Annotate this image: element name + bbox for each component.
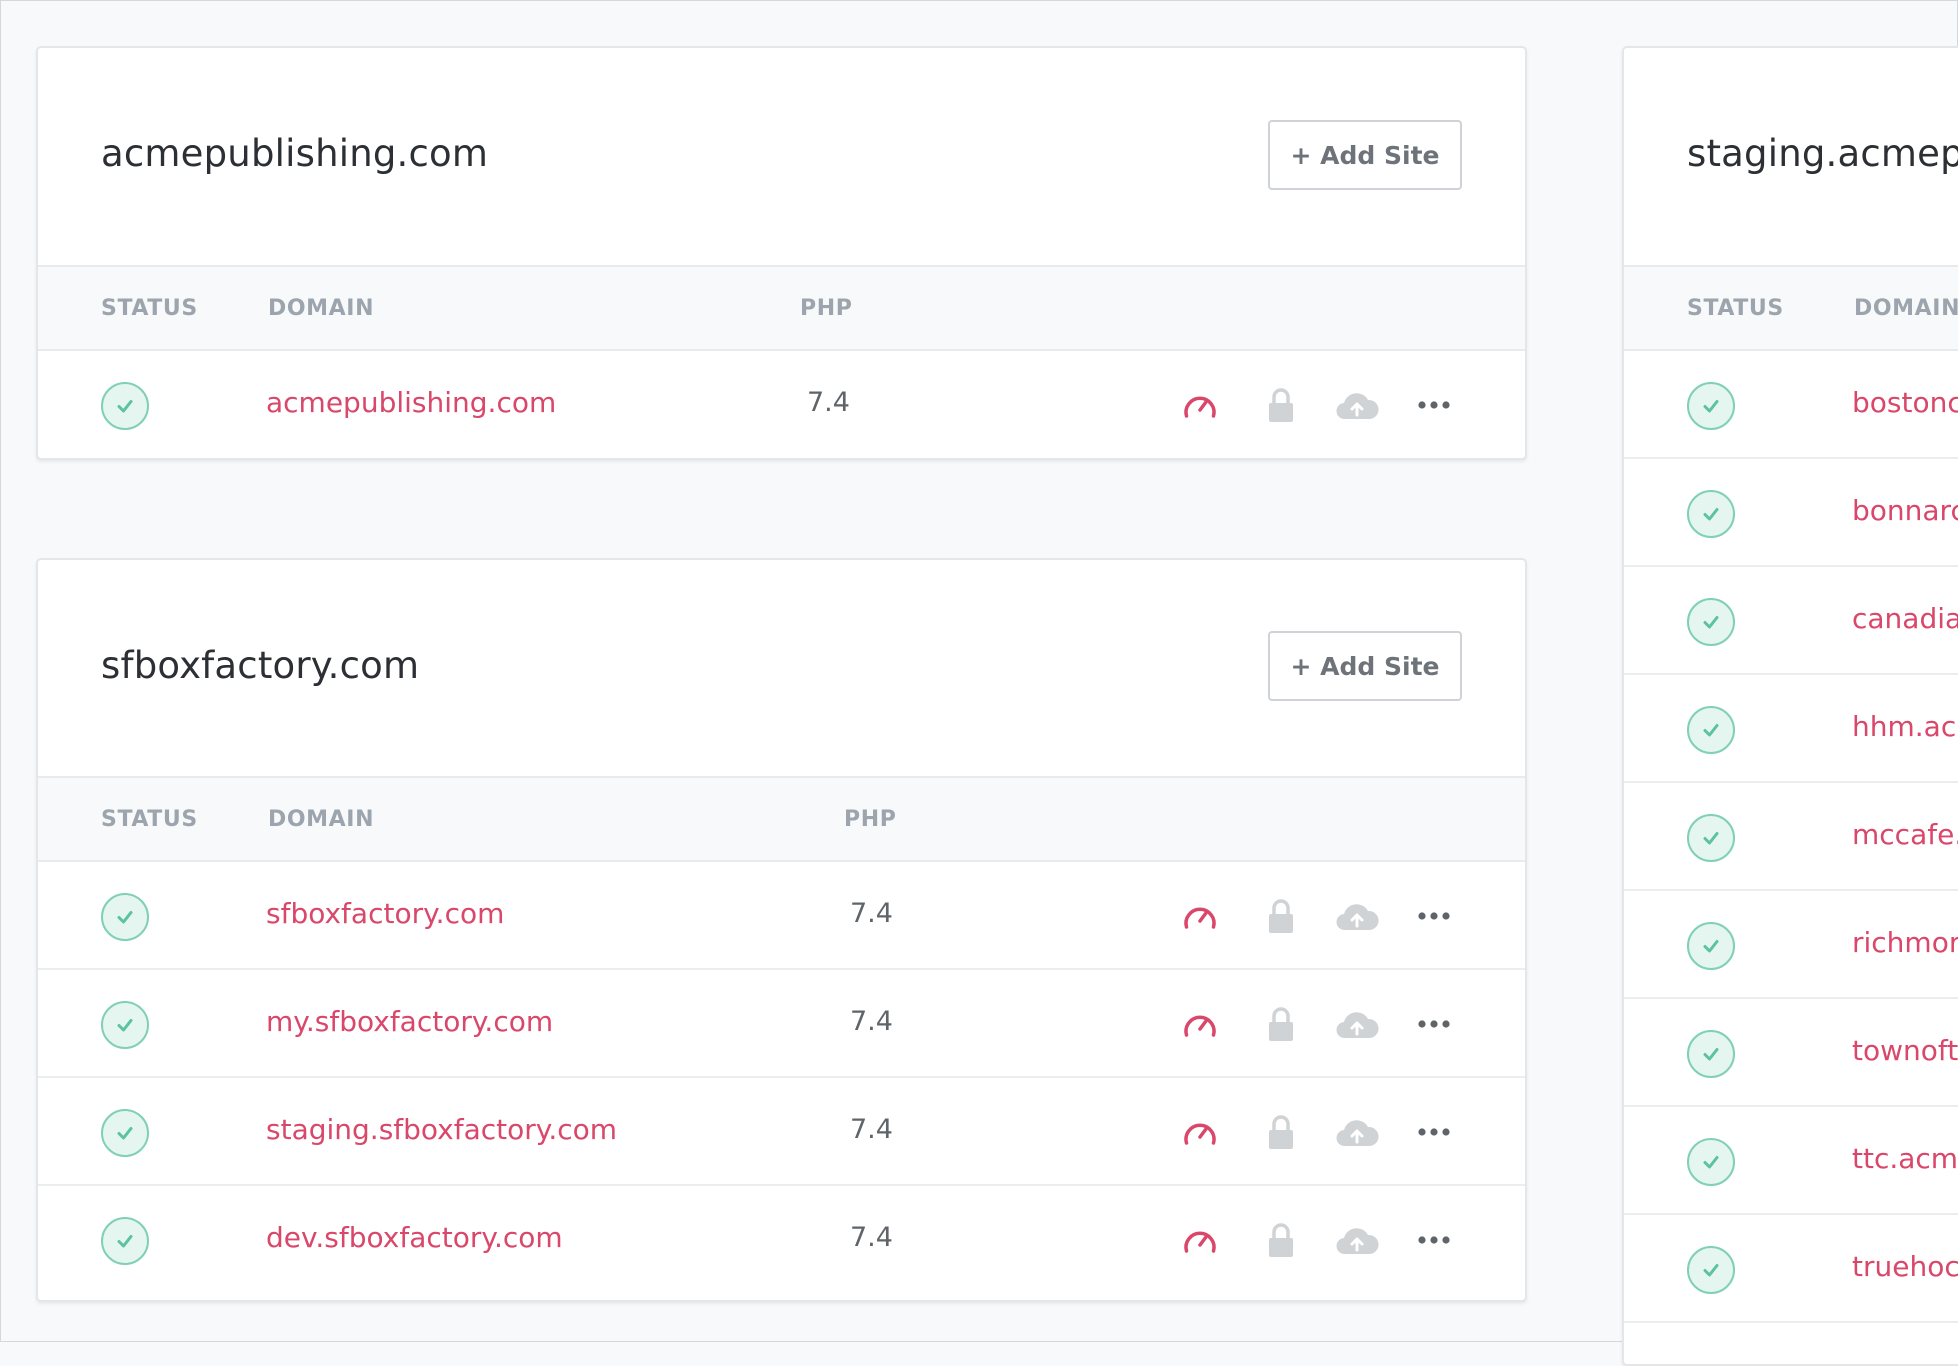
domain-link[interactable]: ttc.acme	[1852, 1142, 1958, 1175]
domain-link[interactable]: canadia	[1852, 602, 1958, 635]
domain-link[interactable]: bonnarc	[1852, 494, 1958, 527]
domain-link[interactable]: dev.sfboxfactory.com	[266, 1221, 563, 1254]
add-site-button[interactable]: + Add Site	[1268, 120, 1462, 190]
domain-link[interactable]: my.sfboxfactory.com	[266, 1005, 553, 1038]
lock-icon[interactable]	[1266, 1112, 1296, 1152]
table-row: acmepublishing.com 7.4	[38, 351, 1525, 458]
table-row: canadia	[1624, 567, 1958, 675]
table-row: mccafe.	[1624, 783, 1958, 891]
cloud-upload-icon[interactable]	[1334, 896, 1380, 936]
status-ok-icon	[1687, 1138, 1735, 1186]
domain-link[interactable]: richmor	[1852, 926, 1958, 959]
status-ok-icon	[1687, 490, 1735, 538]
lock-icon[interactable]	[1266, 1220, 1296, 1260]
group-title: sfboxfactory.com	[101, 644, 420, 687]
domain-link[interactable]: staging.sfboxfactory.com	[266, 1113, 617, 1146]
cloud-upload-icon[interactable]	[1334, 1112, 1380, 1152]
column-header-domain: DOMAIN	[1854, 296, 1958, 321]
site-group-card-staging: staging.acmepu STATUS DOMAIN bostonc bon…	[1622, 46, 1958, 1366]
lock-icon[interactable]	[1266, 385, 1296, 425]
table-row: truehoc	[1624, 1215, 1958, 1323]
status-ok-icon	[1687, 922, 1735, 970]
table-row: bostonc	[1624, 351, 1958, 459]
table-row: townoft	[1624, 999, 1958, 1107]
column-header-php: PHP	[800, 296, 853, 321]
more-options-icon[interactable]	[1414, 896, 1454, 936]
status-ok-icon	[101, 1217, 149, 1265]
php-version: 7.4	[850, 1114, 893, 1145]
domain-link[interactable]: townoft	[1852, 1034, 1958, 1067]
card-header: sfboxfactory.com + Add Site	[38, 560, 1525, 778]
group-title: acmepublishing.com	[101, 132, 489, 175]
php-version: 7.4	[850, 1006, 893, 1037]
speedometer-icon[interactable]	[1180, 896, 1220, 936]
speedometer-icon[interactable]	[1180, 1004, 1220, 1044]
status-ok-icon	[1687, 1030, 1735, 1078]
cloud-upload-icon[interactable]	[1334, 1220, 1380, 1260]
php-version: 7.4	[807, 387, 850, 418]
status-ok-icon	[101, 1001, 149, 1049]
status-ok-icon	[101, 893, 149, 941]
table-row: dev.sfboxfactory.com 7.4	[38, 1186, 1525, 1294]
more-options-icon[interactable]	[1414, 1220, 1454, 1260]
cloud-upload-icon[interactable]	[1334, 385, 1380, 425]
column-header-domain: DOMAIN	[268, 296, 375, 321]
table-row: ttc.acme	[1624, 1107, 1958, 1215]
more-options-icon[interactable]	[1414, 1112, 1454, 1152]
table-header: STATUS DOMAIN PHP	[38, 267, 1525, 351]
status-ok-icon	[1687, 382, 1735, 430]
table-row: hhm.acr	[1624, 675, 1958, 783]
column-header-status: STATUS	[1687, 296, 1784, 321]
domain-link[interactable]: bostonc	[1852, 386, 1958, 419]
more-options-icon[interactable]	[1414, 385, 1454, 425]
table-row: richmor	[1624, 891, 1958, 999]
cloud-upload-icon[interactable]	[1334, 1004, 1380, 1044]
column-header-status: STATUS	[101, 296, 198, 321]
more-options-icon[interactable]	[1414, 1004, 1454, 1044]
table-header: STATUS DOMAIN PHP	[38, 778, 1525, 862]
status-ok-icon	[1687, 814, 1735, 862]
domain-link[interactable]: sfboxfactory.com	[266, 897, 504, 930]
domain-link[interactable]: mccafe.	[1852, 818, 1958, 851]
card-header: staging.acmepu	[1624, 48, 1958, 267]
php-version: 7.4	[850, 898, 893, 929]
column-header-php: PHP	[844, 807, 897, 832]
status-ok-icon	[101, 382, 149, 430]
table-row: my.sfboxfactory.com 7.4	[38, 970, 1525, 1078]
domain-link[interactable]: hhm.acr	[1852, 710, 1958, 743]
php-version: 7.4	[850, 1222, 893, 1253]
site-group-card-sfboxfactory: sfboxfactory.com + Add Site STATUS DOMAI…	[36, 558, 1527, 1302]
status-ok-icon	[1687, 1246, 1735, 1294]
table-header: STATUS DOMAIN	[1624, 267, 1958, 351]
table-row: staging.sfboxfactory.com 7.4	[38, 1078, 1525, 1186]
status-ok-icon	[1687, 598, 1735, 646]
lock-icon[interactable]	[1266, 1004, 1296, 1044]
status-ok-icon	[1687, 706, 1735, 754]
table-row: bonnarc	[1624, 459, 1958, 567]
group-title: staging.acmepu	[1687, 132, 1958, 175]
domain-link[interactable]: truehoc	[1852, 1250, 1958, 1283]
status-ok-icon	[101, 1109, 149, 1157]
table-row: sfboxfactory.com 7.4	[38, 862, 1525, 970]
column-header-domain: DOMAIN	[268, 807, 375, 832]
speedometer-icon[interactable]	[1180, 385, 1220, 425]
add-site-button[interactable]: + Add Site	[1268, 631, 1462, 701]
speedometer-icon[interactable]	[1180, 1220, 1220, 1260]
site-group-card-acmepublishing: acmepublishing.com + Add Site STATUS DOM…	[36, 46, 1527, 460]
domain-link[interactable]: acmepublishing.com	[266, 386, 556, 419]
card-header: acmepublishing.com + Add Site	[38, 48, 1525, 267]
column-header-status: STATUS	[101, 807, 198, 832]
lock-icon[interactable]	[1266, 896, 1296, 936]
speedometer-icon[interactable]	[1180, 1112, 1220, 1152]
